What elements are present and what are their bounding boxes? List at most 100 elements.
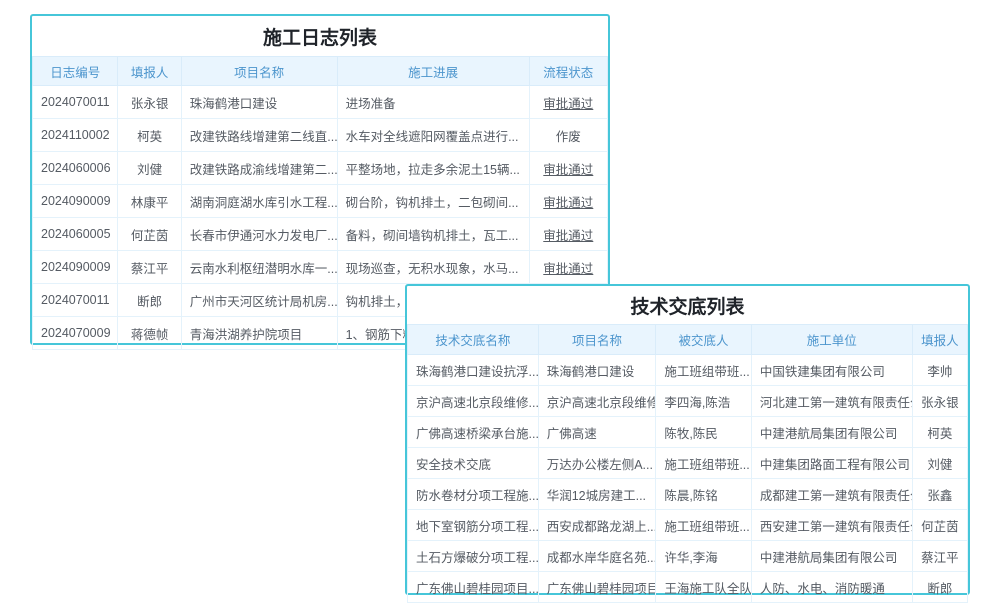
project-link[interactable]: 成都水岸华庭名苑...	[538, 541, 656, 572]
briefed-person-cell: 施工班组带班...	[656, 355, 752, 386]
table-row: 2024090009 蔡江平 云南水利枢纽潜明水库一... 现场巡查，无积水现象…	[33, 251, 608, 284]
project-link[interactable]: 万达办公楼左侧A...	[538, 448, 656, 479]
log-id-link[interactable]: 2024070011	[33, 86, 118, 119]
project-link[interactable]: 珠海鹤港口建设	[181, 86, 337, 119]
tech-name-link[interactable]: 土石方爆破分项工程...	[408, 541, 539, 572]
reporter-cell: 张永银	[118, 86, 181, 119]
project-link[interactable]: 广东佛山碧桂园项目	[538, 572, 656, 603]
status-badge[interactable]: 审批通过	[529, 251, 607, 284]
reporter-cell: 何芷茵	[118, 218, 181, 251]
project-link[interactable]: 西安成都路龙湖上...	[538, 510, 656, 541]
col-header-tech-unit: 施工单位	[751, 325, 912, 355]
progress-cell: 砌台阶，钩机排土，二包砌间...	[337, 185, 529, 218]
construction-unit-cell: 中国铁建集团有限公司	[751, 355, 912, 386]
table-row: 广佛高速桥梁承台施... 广佛高速 陈牧,陈民 中建港航局集团有限公司 柯英	[408, 417, 968, 448]
table-row: 2024060005 何芷茵 长春市伊通河水力发电厂... 备料，砌间墙钩机排土…	[33, 218, 608, 251]
log-id-link[interactable]: 2024090009	[33, 185, 118, 218]
briefed-person-cell: 陈晨,陈铭	[656, 479, 752, 510]
tech-table-header-row: 技术交底名称 项目名称 被交底人 施工单位 填报人	[408, 325, 968, 355]
construction-unit-cell: 中建集团路面工程有限公司	[751, 448, 912, 479]
progress-cell: 水车对全线遮阳网覆盖点进行...	[337, 119, 529, 152]
col-header-log-progress: 施工进展	[337, 57, 529, 86]
table-row: 地下室钢筋分项工程... 西安成都路龙湖上... 施工班组带班... 西安建工第…	[408, 510, 968, 541]
progress-cell: 进场准备	[337, 86, 529, 119]
construction-unit-cell: 河北建工第一建筑有限责任公司	[751, 386, 912, 417]
tech-disclosure-panel: 技术交底列表 技术交底名称 项目名称 被交底人 施工单位 填报人 珠海鹤港口建设…	[405, 284, 970, 595]
tech-name-link[interactable]: 京沪高速北京段维修...	[408, 386, 539, 417]
briefed-person-cell: 许华,李海	[656, 541, 752, 572]
tech-table-body: 珠海鹤港口建设抗浮... 珠海鹤港口建设 施工班组带班... 中国铁建集团有限公…	[408, 355, 968, 603]
progress-cell: 平整场地，拉走多余泥土15辆...	[337, 152, 529, 185]
log-id-link[interactable]: 2024110002	[33, 119, 118, 152]
col-header-tech-name: 技术交底名称	[408, 325, 539, 355]
table-row: 2024060006 刘健 改建铁路成渝线增建第二... 平整场地，拉走多余泥土…	[33, 152, 608, 185]
log-id-link[interactable]: 2024070011	[33, 284, 118, 317]
project-link[interactable]: 云南水利枢纽潜明水库一...	[181, 251, 337, 284]
progress-cell: 现场巡查，无积水现象，水马...	[337, 251, 529, 284]
tech-disclosure-table: 技术交底名称 项目名称 被交底人 施工单位 填报人 珠海鹤港口建设抗浮... 珠…	[407, 324, 968, 603]
table-row: 防水卷材分项工程施... 华润12城房建工... 陈晨,陈铭 成都建工第一建筑有…	[408, 479, 968, 510]
project-link[interactable]: 华润12城房建工...	[538, 479, 656, 510]
reporter-cell: 张鑫	[912, 479, 967, 510]
tech-name-link[interactable]: 地下室钢筋分项工程...	[408, 510, 539, 541]
construction-unit-cell: 人防、水电、消防暖通	[751, 572, 912, 603]
table-row: 2024110002 柯英 改建铁路线增建第二线直... 水车对全线遮阳网覆盖点…	[33, 119, 608, 152]
project-link[interactable]: 珠海鹤港口建设	[538, 355, 656, 386]
log-table-header-row: 日志编号 填报人 项目名称 施工进展 流程状态	[33, 57, 608, 86]
col-header-tech-project: 项目名称	[538, 325, 656, 355]
status-badge[interactable]: 审批通过	[529, 152, 607, 185]
table-row: 安全技术交底 万达办公楼左侧A... 施工班组带班... 中建集团路面工程有限公…	[408, 448, 968, 479]
reporter-cell: 蔡江平	[912, 541, 967, 572]
log-id-link[interactable]: 2024070009	[33, 317, 118, 350]
construction-unit-cell: 中建港航局集团有限公司	[751, 541, 912, 572]
reporter-cell: 蔡江平	[118, 251, 181, 284]
tech-name-link[interactable]: 广东佛山碧桂园项目...	[408, 572, 539, 603]
table-row: 珠海鹤港口建设抗浮... 珠海鹤港口建设 施工班组带班... 中国铁建集团有限公…	[408, 355, 968, 386]
project-link[interactable]: 广州市天河区统计局机房...	[181, 284, 337, 317]
reporter-cell: 刘健	[118, 152, 181, 185]
briefed-person-cell: 施工班组带班...	[656, 448, 752, 479]
tech-disclosure-title: 技术交底列表	[407, 286, 968, 324]
reporter-cell: 刘健	[912, 448, 967, 479]
status-badge[interactable]: 审批通过	[529, 185, 607, 218]
construction-log-title: 施工日志列表	[32, 16, 608, 56]
table-row: 2024070011 张永银 珠海鹤港口建设 进场准备 审批通过	[33, 86, 608, 119]
col-header-log-reporter: 填报人	[118, 57, 181, 86]
table-row: 京沪高速北京段维修... 京沪高速北京段维修 李四海,陈浩 河北建工第一建筑有限…	[408, 386, 968, 417]
construction-unit-cell: 中建港航局集团有限公司	[751, 417, 912, 448]
reporter-cell: 柯英	[118, 119, 181, 152]
log-id-link[interactable]: 2024060006	[33, 152, 118, 185]
reporter-cell: 蒋德帧	[118, 317, 181, 350]
project-link[interactable]: 京沪高速北京段维修	[538, 386, 656, 417]
col-header-log-id: 日志编号	[33, 57, 118, 86]
construction-unit-cell: 成都建工第一建筑有限责任公司	[751, 479, 912, 510]
project-link[interactable]: 青海洪湖养护院项目	[181, 317, 337, 350]
project-link[interactable]: 湖南洞庭湖水库引水工程...	[181, 185, 337, 218]
log-id-link[interactable]: 2024060005	[33, 218, 118, 251]
construction-unit-cell: 西安建工第一建筑有限责任公司	[751, 510, 912, 541]
table-row: 2024090009 林康平 湖南洞庭湖水库引水工程... 砌台阶，钩机排土，二…	[33, 185, 608, 218]
col-header-log-project: 项目名称	[181, 57, 337, 86]
tech-name-link[interactable]: 珠海鹤港口建设抗浮...	[408, 355, 539, 386]
project-link[interactable]: 长春市伊通河水力发电厂...	[181, 218, 337, 251]
reporter-cell: 李帅	[912, 355, 967, 386]
tech-name-link[interactable]: 安全技术交底	[408, 448, 539, 479]
project-link[interactable]: 改建铁路成渝线增建第二...	[181, 152, 337, 185]
status-badge[interactable]: 审批通过	[529, 86, 607, 119]
tech-name-link[interactable]: 防水卷材分项工程施...	[408, 479, 539, 510]
progress-cell: 备料，砌间墙钩机排土，瓦工...	[337, 218, 529, 251]
status-badge[interactable]: 审批通过	[529, 218, 607, 251]
log-id-link[interactable]: 2024090009	[33, 251, 118, 284]
table-row: 广东佛山碧桂园项目... 广东佛山碧桂园项目 王海施工队全队 人防、水电、消防暖…	[408, 572, 968, 603]
briefed-person-cell: 李四海,陈浩	[656, 386, 752, 417]
reporter-cell: 张永银	[912, 386, 967, 417]
tech-name-link[interactable]: 广佛高速桥梁承台施...	[408, 417, 539, 448]
project-link[interactable]: 改建铁路线增建第二线直...	[181, 119, 337, 152]
project-link[interactable]: 广佛高速	[538, 417, 656, 448]
col-header-tech-reporter: 填报人	[912, 325, 967, 355]
briefed-person-cell: 施工班组带班...	[656, 510, 752, 541]
briefed-person-cell: 王海施工队全队	[656, 572, 752, 603]
col-header-tech-briefed: 被交底人	[656, 325, 752, 355]
reporter-cell: 断郎	[912, 572, 967, 603]
status-badge[interactable]: 作废	[529, 119, 607, 152]
